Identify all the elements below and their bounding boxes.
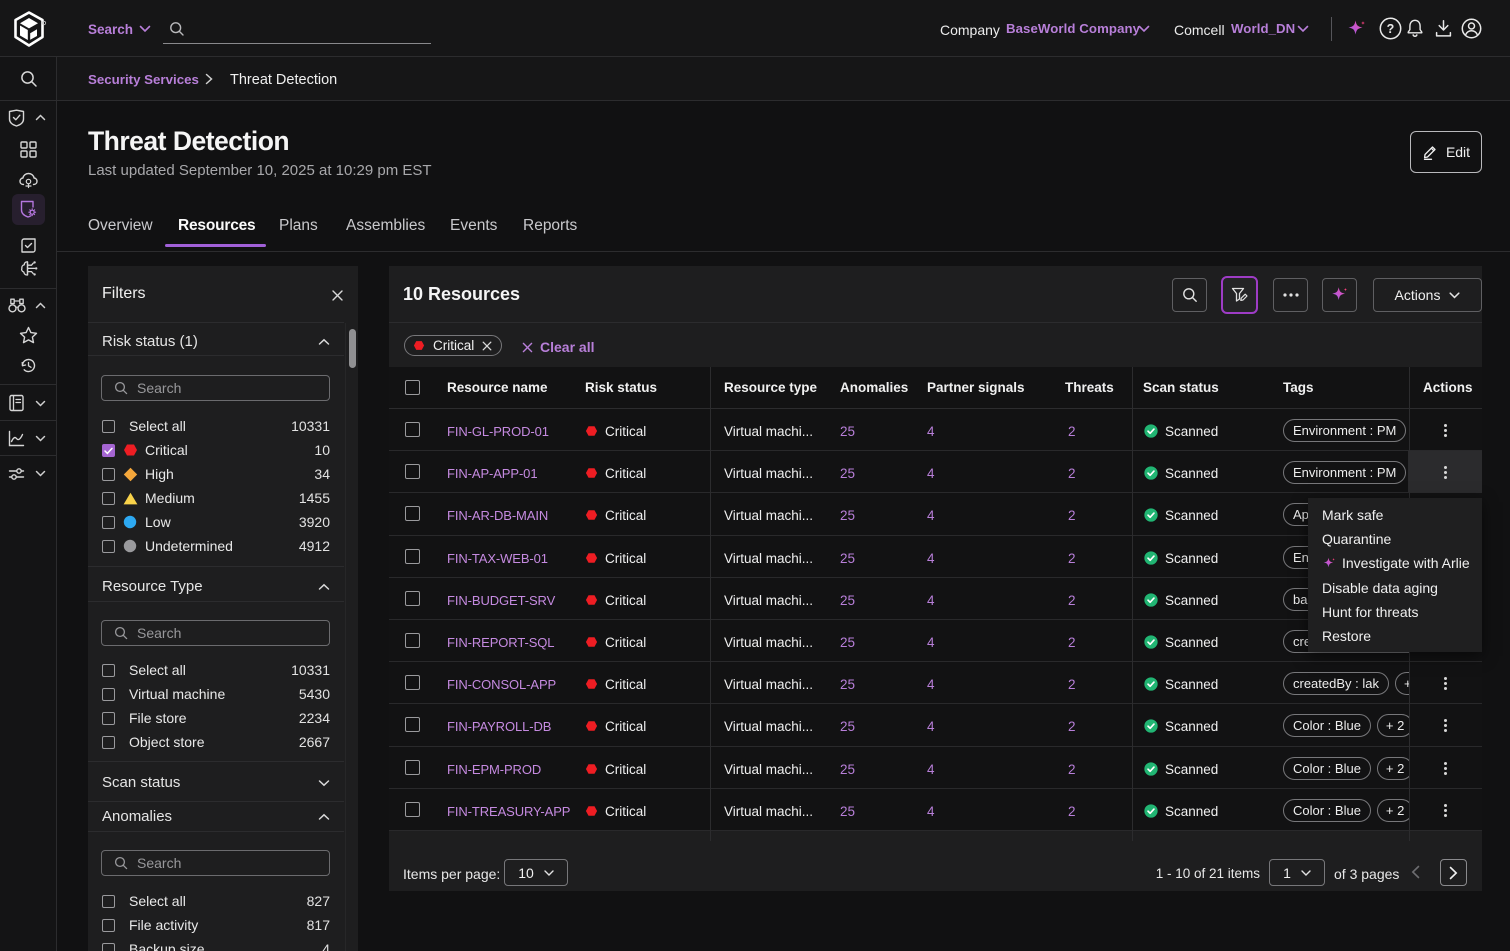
svg-text:?: ? [1387,22,1395,36]
